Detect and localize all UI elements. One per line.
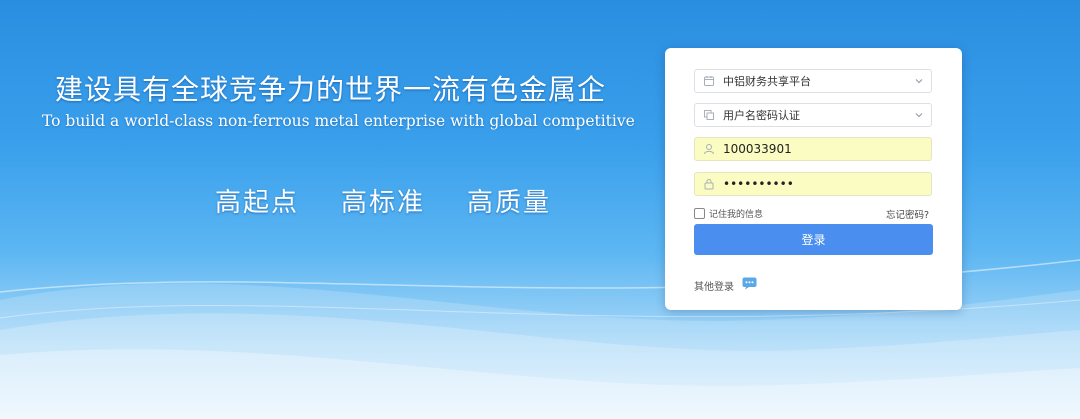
password-input[interactable] xyxy=(723,177,931,191)
slogan-english: To build a world-class non-ferrous metal… xyxy=(42,112,635,130)
platform-select-value: 中铝财务共享平台 xyxy=(723,75,811,88)
other-login: 其他登录 xyxy=(694,277,757,293)
chat-icon[interactable] xyxy=(742,277,757,293)
username-field[interactable] xyxy=(694,137,932,161)
remember-label: 记住我的信息 xyxy=(709,210,764,220)
copy-icon xyxy=(695,109,723,121)
remember-checkbox[interactable] xyxy=(694,208,705,219)
username-input[interactable] xyxy=(723,142,931,156)
other-login-label: 其他登录 xyxy=(694,281,734,293)
auth-method-value: 用户名密码认证 xyxy=(723,109,800,122)
motto-2: 高标准 xyxy=(341,188,426,218)
password-field[interactable] xyxy=(694,172,932,196)
chevron-down-icon[interactable] xyxy=(907,110,931,120)
login-button[interactable]: 登录 xyxy=(694,224,933,255)
lock-icon xyxy=(695,178,723,190)
slogan-chinese: 建设具有全球竞争力的世界一流有色金属企 xyxy=(55,73,607,106)
motto-3: 高质量 xyxy=(467,188,552,218)
motto-1: 高起点 xyxy=(215,188,300,218)
forgot-password-link[interactable]: 忘记密码? xyxy=(886,207,929,221)
remember-me[interactable]: 记住我的信息 xyxy=(694,207,763,220)
user-icon xyxy=(695,143,723,155)
auth-method-select[interactable]: 用户名密码认证 xyxy=(694,103,932,127)
chevron-down-icon[interactable] xyxy=(907,76,931,86)
calendar-icon xyxy=(695,75,723,87)
platform-select[interactable]: 中铝财务共享平台 xyxy=(694,69,932,93)
motto-row: 高起点 高标准 高质量 xyxy=(215,182,551,219)
login-panel: 中铝财务共享平台 用户名密码认证 记住我的信息 忘记密码? 登录 其他登录 xyxy=(665,48,962,310)
